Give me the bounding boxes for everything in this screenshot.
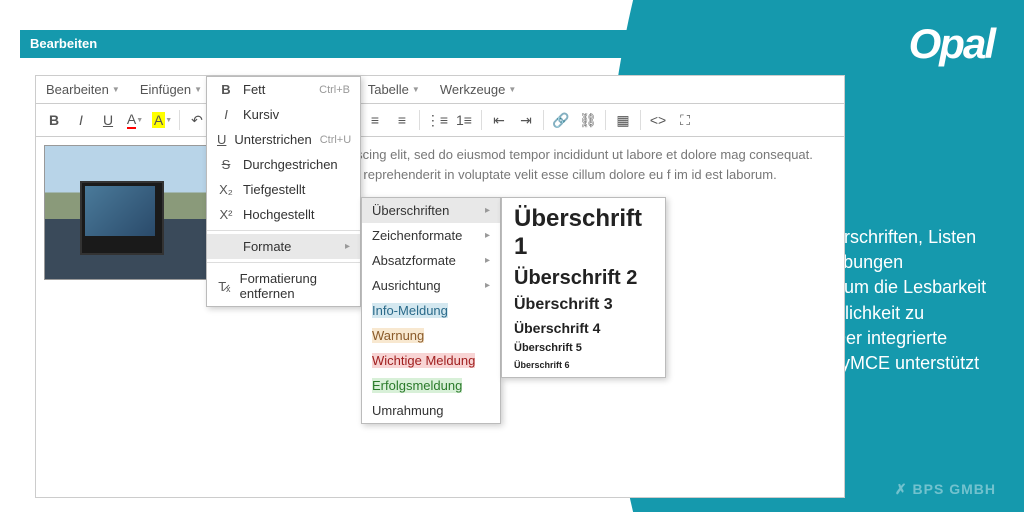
- formats-headings[interactable]: Überschriften▸: [362, 198, 500, 223]
- formats-align[interactable]: Ausrichtung▸: [362, 273, 500, 298]
- link-button[interactable]: 🔗: [548, 107, 574, 133]
- heading-2[interactable]: Überschrift 2: [502, 264, 665, 293]
- textcolor-button[interactable]: A▼: [122, 107, 148, 133]
- company-name: ✗ BPS GMBH: [895, 481, 996, 498]
- headings-submenu: Überschrift 1 Überschrift 2 Überschrift …: [501, 197, 666, 378]
- format-clear[interactable]: T̷ₓFormatierung entfernen: [207, 266, 360, 306]
- formats-frame[interactable]: Umrahmung: [362, 398, 500, 423]
- format-superscript[interactable]: X²Hochgestellt: [207, 202, 360, 227]
- heading-1[interactable]: Überschrift 1: [502, 202, 665, 264]
- menu-table[interactable]: Tabelle▼: [358, 76, 430, 103]
- format-italic[interactable]: IKursiv: [207, 102, 360, 127]
- toolbar: B I U A▼ A▼ ↶ ↷ 🖼 ▦ ≡ ≡ ≡ ≡ ⋮≡ 1≡ ⇤ ⇥ 🔗 …: [36, 104, 844, 137]
- inserted-image[interactable]: [44, 145, 219, 280]
- opal-logo: Opal: [909, 20, 994, 68]
- formats-success[interactable]: Erfolgsmeldung: [362, 373, 500, 398]
- format-formats[interactable]: Formate▸: [207, 234, 360, 259]
- bold-button[interactable]: B: [41, 107, 67, 133]
- number-list-button[interactable]: 1≡: [451, 107, 477, 133]
- align-justify-button[interactable]: ≡: [389, 107, 415, 133]
- unlink-button[interactable]: ⛓: [575, 107, 601, 133]
- italic-button[interactable]: I: [68, 107, 94, 133]
- align-right-button[interactable]: ≡: [362, 107, 388, 133]
- formats-info[interactable]: Info-Meldung: [362, 298, 500, 323]
- formats-submenu: Überschriften▸ Zeichenformate▸ Absatzfor…: [361, 197, 501, 424]
- tinymce-editor: Bearbeiten▼ Einfügen▼ Format▼ Ansicht▼ T…: [35, 75, 845, 498]
- heading-4[interactable]: Überschrift 4: [502, 317, 665, 339]
- fullscreen-button[interactable]: ⛶: [672, 107, 698, 133]
- format-subscript[interactable]: X₂Tiefgestellt: [207, 177, 360, 202]
- heading-5[interactable]: Überschrift 5: [502, 339, 665, 357]
- menu-edit[interactable]: Bearbeiten▼: [36, 76, 130, 103]
- formats-blocks[interactable]: Absatzformate▸: [362, 248, 500, 273]
- formats-important[interactable]: Wichtige Meldung: [362, 348, 500, 373]
- outdent-button[interactable]: ⇤: [486, 107, 512, 133]
- heading-3[interactable]: Überschrift 3: [502, 293, 665, 317]
- underline-button[interactable]: U: [95, 107, 121, 133]
- menu-tools[interactable]: Werkzeuge▼: [430, 76, 526, 103]
- bgcolor-button[interactable]: A▼: [149, 107, 175, 133]
- formats-inline[interactable]: Zeichenformate▸: [362, 223, 500, 248]
- indent-button[interactable]: ⇥: [513, 107, 539, 133]
- table-button[interactable]: ▦: [610, 107, 636, 133]
- formats-warning[interactable]: Warnung: [362, 323, 500, 348]
- format-bold[interactable]: BFettCtrl+B: [207, 77, 360, 102]
- menu-insert[interactable]: Einfügen▼: [130, 76, 212, 103]
- format-strike[interactable]: SDurchgestrichen: [207, 152, 360, 177]
- bullet-list-button[interactable]: ⋮≡: [424, 107, 450, 133]
- page-header: Bearbeiten: [20, 30, 720, 58]
- format-dropdown: BFettCtrl+B IKursiv UUnterstrichenCtrl+U…: [206, 76, 361, 307]
- heading-6[interactable]: Überschrift 6: [502, 357, 665, 373]
- code-button[interactable]: <>: [645, 107, 671, 133]
- menubar: Bearbeiten▼ Einfügen▼ Format▼ Ansicht▼ T…: [36, 76, 844, 104]
- format-underline[interactable]: UUnterstrichenCtrl+U: [207, 127, 360, 152]
